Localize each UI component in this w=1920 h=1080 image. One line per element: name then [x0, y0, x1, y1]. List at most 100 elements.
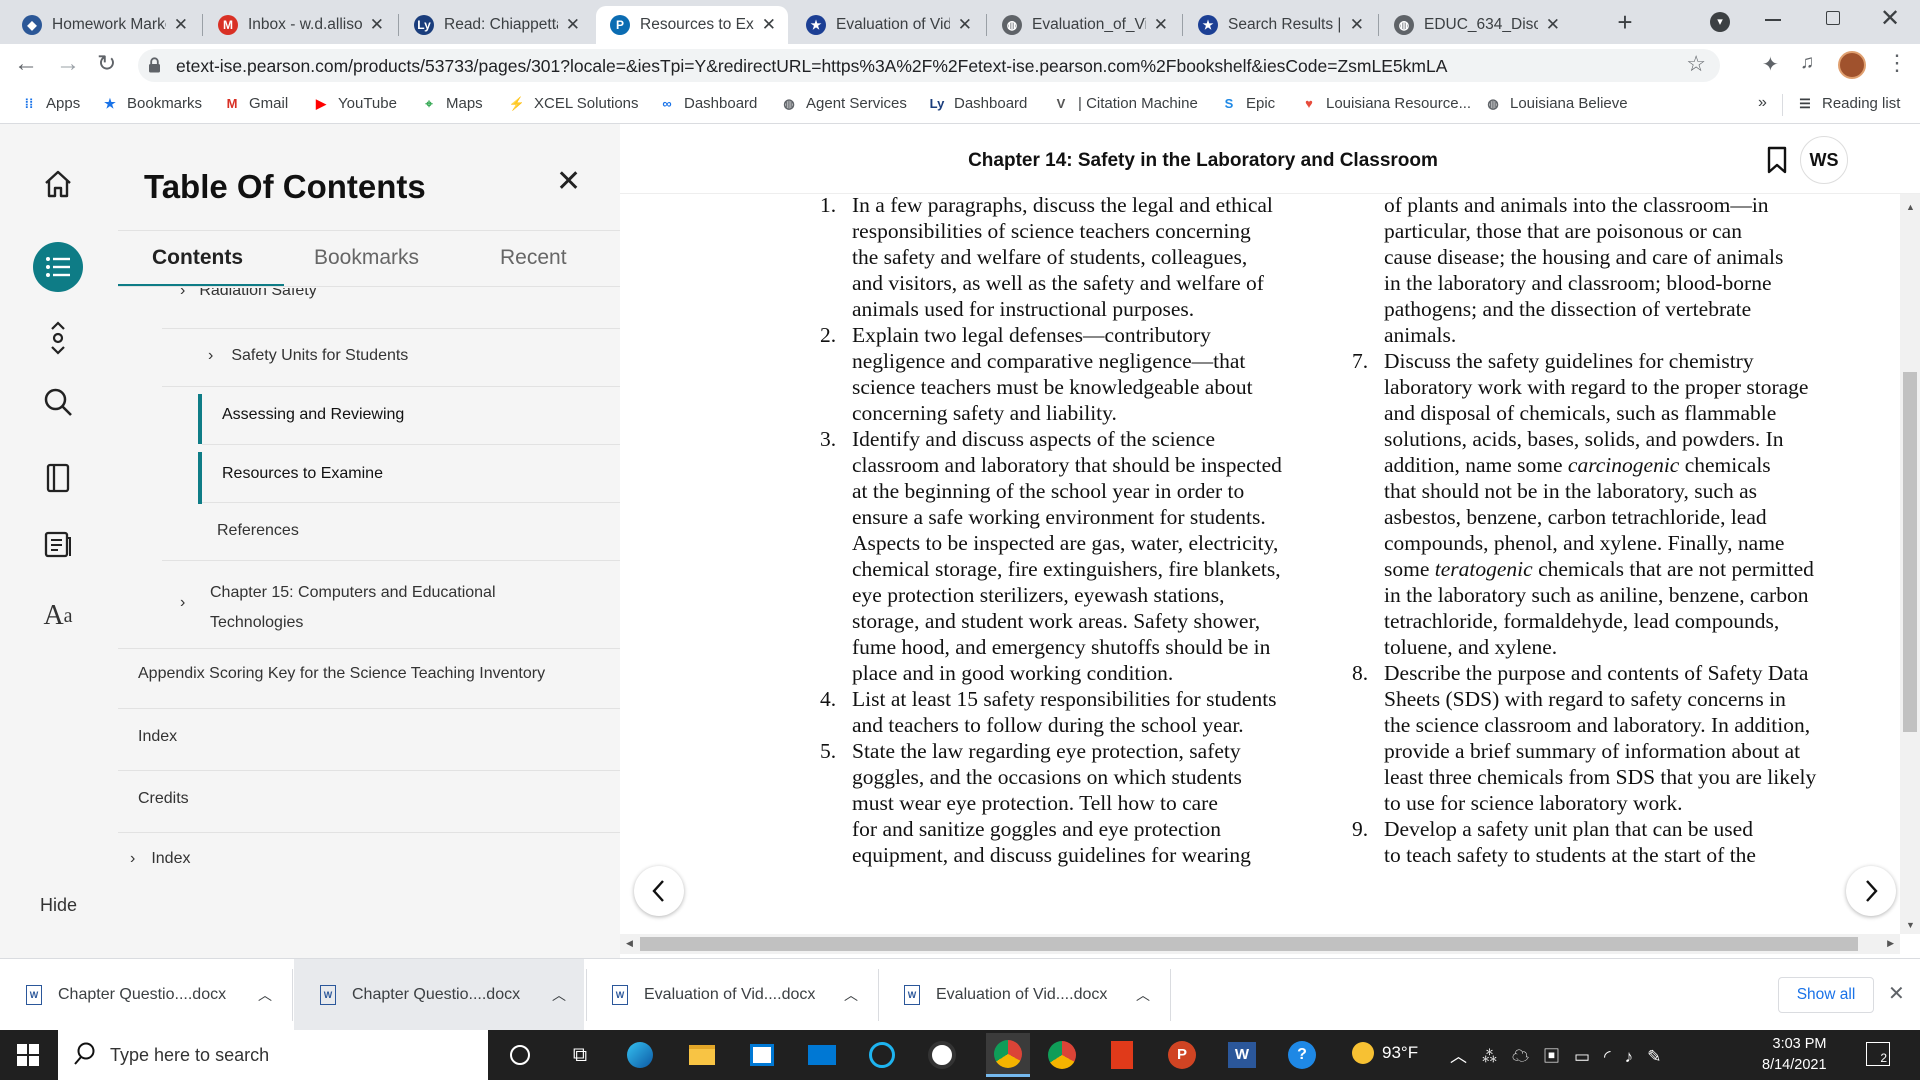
close-tab-icon[interactable]: ✕: [762, 15, 776, 35]
close-tab-icon[interactable]: ✕: [174, 15, 188, 35]
browser-tab[interactable]: Ly Read: Chiappetta ✕: [400, 6, 592, 44]
display-settings-icon[interactable]: Aa: [34, 592, 82, 640]
browser-tab[interactable]: ★ Search Results | C ✕: [1184, 6, 1376, 44]
chevron-up-icon[interactable]: ︿: [1136, 985, 1150, 1005]
clock[interactable]: 3:03 PM 8/14/2021: [1762, 1034, 1827, 1076]
toc-item-appendix[interactable]: Appendix Scoring Key for the Science Tea…: [138, 665, 545, 683]
bookmark-item[interactable]: ◍ Louisiana Believe: [1484, 95, 1627, 112]
scroll-left-arrow[interactable]: ◀: [626, 938, 633, 949]
chrome-icon-2[interactable]: [1046, 1039, 1078, 1071]
task-view-icon[interactable]: ⧉: [564, 1039, 596, 1071]
back-icon[interactable]: ←: [14, 50, 38, 78]
tab-bookmarks[interactable]: Bookmarks: [314, 246, 419, 270]
chrome-icon[interactable]: [986, 1033, 1030, 1077]
browser-tab[interactable]: ◍ EDUC_634_Discus ✕: [1380, 6, 1572, 44]
chevron-right-icon[interactable]: ›: [180, 594, 185, 612]
bookmark-item[interactable]: ★ Bookmarks: [101, 95, 202, 112]
forward-icon[interactable]: →: [56, 50, 80, 78]
hscroll-thumb[interactable]: [640, 937, 1858, 951]
bookmark-page-icon[interactable]: [1766, 146, 1788, 179]
office-icon[interactable]: [1106, 1039, 1138, 1071]
close-tab-icon[interactable]: ✕: [1546, 15, 1560, 35]
bookmark-item[interactable]: ⌖ Maps: [420, 95, 482, 112]
toc-item-chapter-15[interactable]: Chapter 15: Computers and Educational Te…: [210, 578, 496, 638]
close-toc-button[interactable]: ✕: [556, 164, 581, 199]
bookmarks-more-button[interactable]: »: [1758, 94, 1767, 112]
toc-item-index[interactable]: Index: [138, 728, 177, 746]
download-item[interactable]: W Evaluation of Vid....docx ︿: [586, 959, 876, 1031]
home-icon[interactable]: [34, 160, 82, 208]
browser-tab[interactable]: M Inbox - w.d.allison ✕: [204, 6, 396, 44]
reload-icon[interactable]: ↻: [97, 50, 116, 77]
close-downloads-icon[interactable]: ✕: [1888, 981, 1905, 1006]
powerpoint-icon[interactable]: P: [1166, 1039, 1198, 1071]
file-explorer-icon[interactable]: [686, 1039, 718, 1071]
tab-contents[interactable]: Contents: [152, 246, 243, 270]
toc-item-radiation-safety[interactable]: › Radiation Safety: [180, 288, 317, 300]
download-item[interactable]: W Chapter Questio....docx ︿: [294, 959, 584, 1031]
close-tab-icon[interactable]: ✕: [958, 15, 972, 35]
help-icon[interactable]: ?: [1286, 1039, 1318, 1071]
store-icon[interactable]: [746, 1039, 778, 1071]
hide-sidebar-button[interactable]: Hide: [40, 895, 77, 916]
windows-start-icon[interactable]: [12, 1039, 44, 1071]
chevron-up-icon[interactable]: ︿: [258, 985, 272, 1005]
toc-item-safety-units[interactable]: › Safety Units for Students: [208, 347, 408, 365]
tab-search-icon[interactable]: ▾: [1710, 12, 1730, 32]
toc-item-assessing-and-reviewing[interactable]: Assessing and Reviewing: [222, 406, 404, 424]
scroll-thumb[interactable]: [1903, 372, 1917, 732]
menu-icon[interactable]: ⋮: [1886, 50, 1908, 76]
notebook-icon[interactable]: [34, 454, 82, 502]
reading-list-button[interactable]: ☰ Reading list: [1796, 95, 1900, 112]
address-bar[interactable]: etext-ise.pearson.com/products/53733/pag…: [138, 49, 1720, 82]
bookmark-item[interactable]: ▶ YouTube: [312, 95, 397, 112]
bookmark-item[interactable]: ∞ Dashboard: [658, 95, 757, 112]
vertical-scrollbar[interactable]: ▲ ▼: [1900, 194, 1920, 934]
cortana-icon[interactable]: [504, 1039, 536, 1071]
system-tray-icons[interactable]: ︿⁂☁▣▭◜♪✎: [1450, 1042, 1675, 1067]
download-item[interactable]: W Evaluation of Vid....docx ︿: [878, 959, 1168, 1031]
bookmark-item[interactable]: Ly Dashboard: [928, 95, 1028, 112]
bookmark-item[interactable]: ⚡ XCEL Solutions: [508, 95, 639, 112]
browser-tab[interactable]: P Resources to Exan ✕: [596, 6, 788, 44]
scroll-down-arrow[interactable]: ▼: [1906, 920, 1915, 930]
restore-button[interactable]: [1826, 11, 1840, 25]
chevron-up-icon[interactable]: ︿: [552, 985, 566, 1005]
bookmark-item[interactable]: ◍ Agent Services: [780, 95, 907, 112]
new-tab-button[interactable]: +: [1610, 8, 1640, 38]
table-of-contents-icon[interactable]: [33, 242, 83, 292]
chevron-up-icon[interactable]: ︿: [844, 985, 858, 1005]
user-avatar[interactable]: WS: [1800, 136, 1848, 184]
url-text[interactable]: etext-ise.pearson.com/products/53733/pag…: [176, 56, 1447, 77]
close-tab-icon[interactable]: ✕: [1350, 15, 1364, 35]
tab-recent[interactable]: Recent: [500, 246, 567, 270]
toc-item-resources-to-examine[interactable]: Resources to Examine: [222, 465, 383, 483]
bookmark-item[interactable]: V | Citation Machine: [1052, 95, 1198, 112]
horizontal-scrollbar[interactable]: ◀ ▶: [620, 934, 1900, 954]
bookmark-item[interactable]: ⁞⁞ Apps: [20, 95, 81, 112]
minimize-button[interactable]: [1765, 19, 1781, 21]
browser-tab[interactable]: ◆ Homework Marke ✕: [8, 6, 200, 44]
search-icon[interactable]: [34, 378, 82, 426]
close-tab-icon[interactable]: ✕: [1154, 15, 1168, 35]
app-icon[interactable]: [926, 1039, 958, 1071]
notifications-icon[interactable]: 2: [1866, 1042, 1890, 1066]
close-window-button[interactable]: ✕: [1880, 4, 1900, 33]
scroll-up-arrow[interactable]: ▲: [1906, 202, 1915, 212]
close-tab-icon[interactable]: ✕: [566, 15, 580, 35]
show-all-button[interactable]: Show all: [1778, 977, 1874, 1013]
download-item[interactable]: W Chapter Questio....docx ︿: [0, 959, 290, 1031]
bookmark-item[interactable]: S Epic: [1220, 95, 1276, 112]
lock-icon[interactable]: [148, 57, 161, 73]
next-page-button[interactable]: [1846, 866, 1896, 916]
mail-icon[interactable]: [806, 1039, 838, 1071]
scroll-right-arrow[interactable]: ▶: [1887, 938, 1894, 949]
bookmark-star-icon[interactable]: ☆: [1686, 51, 1706, 77]
toc-item-index-2[interactable]: › Index: [130, 850, 190, 868]
browser-tab[interactable]: ★ Evaluation of Vide ✕: [792, 6, 984, 44]
flashcards-icon[interactable]: [34, 520, 82, 568]
weather-widget[interactable]: 93°F: [1352, 1042, 1418, 1064]
toc-item-credits[interactable]: Credits: [138, 790, 189, 808]
toc-item-references[interactable]: References: [217, 522, 299, 540]
bookmark-item[interactable]: ♥ Louisiana Resource...: [1300, 95, 1471, 112]
